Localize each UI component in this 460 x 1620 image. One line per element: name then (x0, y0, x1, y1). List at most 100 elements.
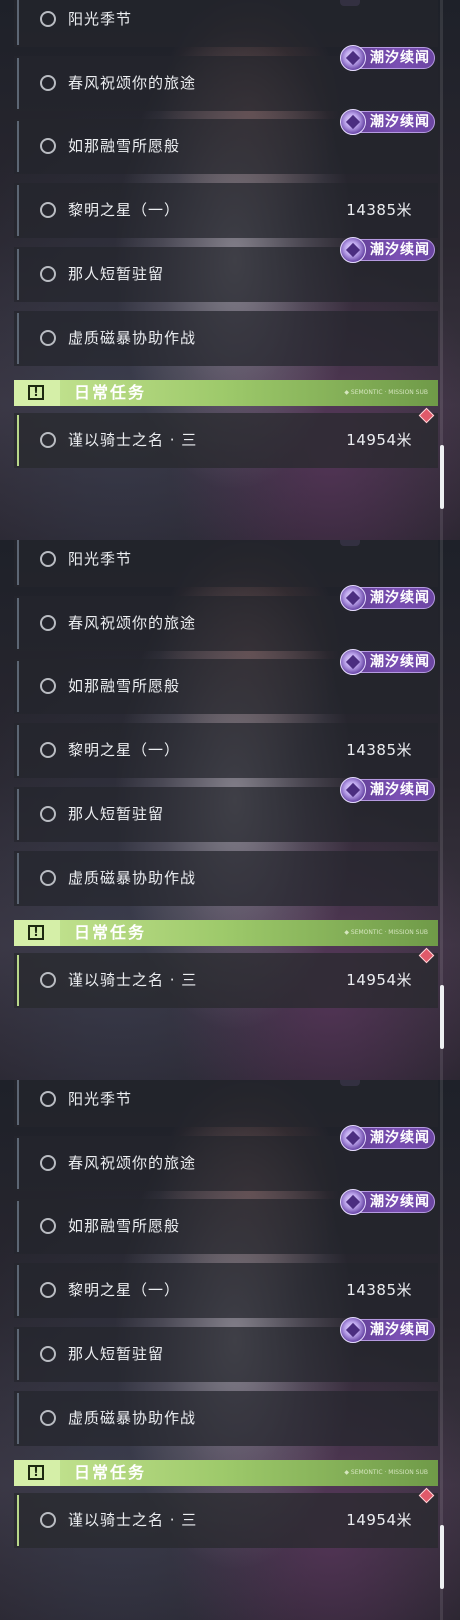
quest-status-circle-icon (40, 1218, 56, 1234)
quest-row[interactable]: 阳光季节 (14, 1080, 438, 1127)
quest-status-circle-icon (40, 1512, 56, 1528)
quest-accent-bar (17, 313, 19, 364)
tide-story-badge: 潮汐续闻 (340, 777, 435, 803)
quest-accent-bar (17, 540, 19, 585)
quest-panel: 阳光季节 春风祝颂你的旅途 潮汐续闻 如那融雪所愿般 潮汐续闻 黎明之星（一） 14385米… (0, 1080, 460, 1620)
section-title: 日常任务 (74, 1463, 147, 1482)
tide-story-badge: 潮汐续闻 (340, 237, 435, 263)
quest-accent-bar (17, 185, 19, 236)
quest-row[interactable]: 虚质磁暴协助作战 (14, 851, 438, 906)
quest-accent-bar (17, 58, 19, 109)
quest-status-circle-icon (40, 1410, 56, 1426)
badge-label: 潮汐续闻 (370, 114, 430, 130)
quest-title: 虚质磁暴协助作战 (68, 1409, 197, 1427)
tide-story-badge: 潮汐续闻 (340, 1317, 435, 1343)
badge-label: 潮汐续闻 (370, 590, 430, 606)
quest-status-circle-icon (40, 1346, 56, 1362)
alert-box-icon (28, 1465, 44, 1480)
quest-status-circle-icon (40, 1155, 56, 1171)
quest-row[interactable]: 虚质磁暴协助作战 (14, 1391, 438, 1446)
quest-distance: 14954米 (346, 431, 412, 449)
daily-missions-header[interactable]: 日常任务 ◆ SEMONTIC · MISSION SUB (14, 920, 438, 946)
quest-row[interactable]: 阳光季节 (14, 0, 438, 47)
daily-quest-row[interactable]: 谨以骑士之名 · 三 14954米 (14, 953, 438, 1008)
quest-list-screenshot: 阳光季节 春风祝颂你的旅途 潮汐续闻 如那融雪所愿般 潮汐续闻 黎明之星（一） 14385米… (0, 0, 460, 1620)
quest-accent-bar (17, 725, 19, 776)
quest-status-circle-icon (40, 432, 56, 448)
quest-title: 春风祝颂你的旅途 (68, 1154, 197, 1172)
quest-status-circle-icon (40, 138, 56, 154)
section-deco-text: ◆ SEMONTIC · MISSION SUB (344, 1469, 428, 1476)
tide-story-badge: 潮汐续闻 (340, 109, 435, 135)
scrollbar-thumb[interactable] (440, 985, 444, 1049)
section-deco-text: ◆ SEMONTIC · MISSION SUB (344, 389, 428, 396)
tide-emblem-icon (340, 237, 366, 263)
quest-row[interactable]: 黎明之星（一） 14385米 (14, 183, 438, 238)
daily-quest-row[interactable]: 谨以骑士之名 · 三 14954米 (14, 413, 438, 468)
quest-status-circle-icon (40, 806, 56, 822)
quest-title: 谨以骑士之名 · 三 (68, 431, 198, 449)
tide-emblem-icon (340, 109, 366, 135)
quest-status-circle-icon (40, 11, 56, 27)
quest-distance: 14385米 (346, 1281, 412, 1299)
quest-status-circle-icon (40, 870, 56, 886)
section-title: 日常任务 (74, 383, 147, 402)
quest-accent-bar (17, 1201, 19, 1252)
daily-quest-row[interactable]: 谨以骑士之名 · 三 14954米 (14, 1493, 438, 1548)
quest-distance: 14954米 (346, 971, 412, 989)
quest-title: 虚质磁暴协助作战 (68, 329, 197, 347)
scrollbar-thumb[interactable] (440, 1525, 444, 1589)
quest-title: 如那融雪所愿般 (68, 137, 181, 155)
scrollbar-thumb[interactable] (440, 445, 444, 509)
quest-title: 那人短暂驻留 (68, 1345, 165, 1363)
quest-status-circle-icon (40, 615, 56, 631)
quest-title: 黎明之星（一） (68, 741, 181, 759)
tide-emblem-icon (340, 45, 366, 71)
quest-accent-bar (17, 0, 19, 45)
quest-status-circle-icon (40, 1091, 56, 1107)
quest-status-circle-icon (40, 1282, 56, 1298)
quest-title: 春风祝颂你的旅途 (68, 614, 197, 632)
alert-icon (14, 380, 60, 406)
quest-title: 阳光季节 (68, 1090, 133, 1108)
quest-accent-bar (17, 661, 19, 712)
tide-emblem-icon (340, 1125, 366, 1151)
quest-row[interactable]: 虚质磁暴协助作战 (14, 311, 438, 366)
quest-title: 黎明之星（一） (68, 1281, 181, 1299)
quest-accent-bar (17, 1495, 19, 1546)
quest-title: 如那融雪所愿般 (68, 1217, 181, 1235)
badge-label: 潮汐续闻 (370, 782, 430, 798)
quest-accent-bar (17, 1080, 19, 1125)
quest-accent-bar (17, 1329, 19, 1380)
section-deco-text: ◆ SEMONTIC · MISSION SUB (344, 929, 428, 936)
quest-title: 谨以骑士之名 · 三 (68, 971, 198, 989)
quest-accent-bar (17, 1393, 19, 1444)
daily-missions-header[interactable]: 日常任务 ◆ SEMONTIC · MISSION SUB (14, 380, 438, 406)
daily-missions-header[interactable]: 日常任务 ◆ SEMONTIC · MISSION SUB (14, 1460, 438, 1486)
quest-row[interactable]: 阳光季节 (14, 540, 438, 587)
tide-story-badge: 潮汐续闻 (340, 1189, 435, 1215)
alert-icon (14, 1460, 60, 1486)
quest-status-circle-icon (40, 742, 56, 758)
quest-accent-bar (17, 249, 19, 300)
quest-status-circle-icon (40, 678, 56, 694)
tide-emblem-icon (340, 585, 366, 611)
quest-title: 谨以骑士之名 · 三 (68, 1511, 198, 1529)
tide-story-badge: 潮汐续闻 (340, 45, 435, 71)
quest-title: 黎明之星（一） (68, 201, 181, 219)
quest-panel: 阳光季节 春风祝颂你的旅途 潮汐续闻 如那融雪所愿般 潮汐续闻 黎明之星（一） 14385米… (0, 540, 460, 1080)
quest-title: 阳光季节 (68, 550, 133, 568)
quest-status-circle-icon (40, 972, 56, 988)
quest-row[interactable]: 黎明之星（一） 14385米 (14, 1263, 438, 1318)
tide-emblem-icon (340, 1189, 366, 1215)
quest-accent-bar (17, 955, 19, 1006)
badge-label: 潮汐续闻 (370, 50, 430, 66)
quest-status-circle-icon (40, 202, 56, 218)
tide-story-badge: 潮汐续闻 (340, 585, 435, 611)
quest-status-circle-icon (40, 266, 56, 282)
alert-box-icon (28, 925, 44, 940)
badge-label: 潮汐续闻 (370, 1130, 430, 1146)
quest-row[interactable]: 黎明之星（一） 14385米 (14, 723, 438, 778)
quest-title: 阳光季节 (68, 10, 133, 28)
tide-emblem-icon (340, 649, 366, 675)
